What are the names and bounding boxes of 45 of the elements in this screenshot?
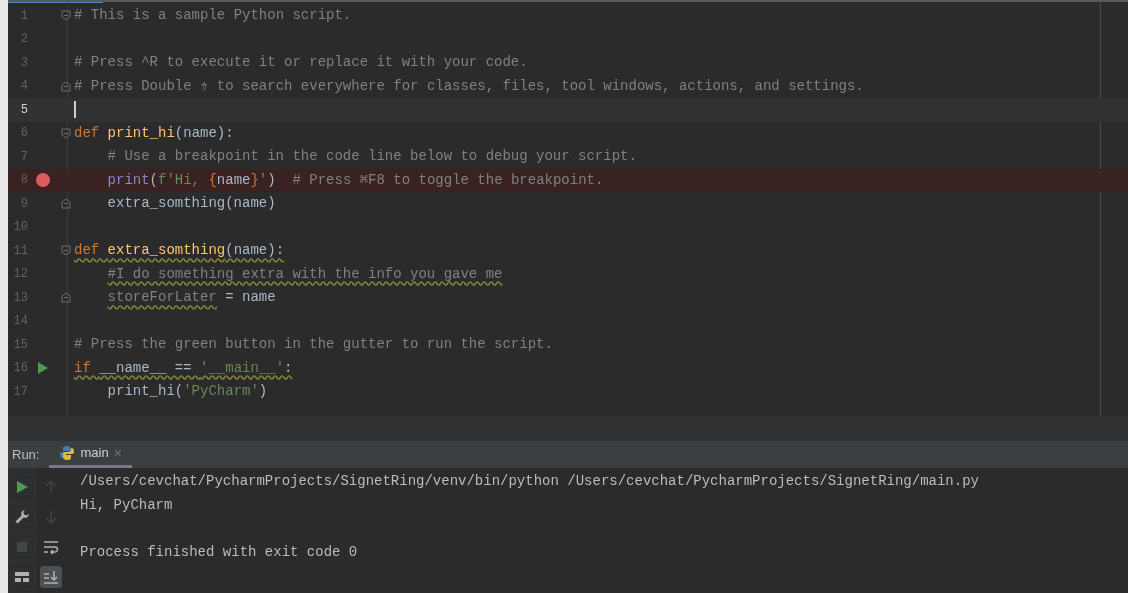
code-comment: # Press Double ⇮ to search everywhere for classes, files, tool windows, actions, and settings. <box>74 76 864 96</box>
line-number: 15 <box>12 336 28 354</box>
fold-icon[interactable] <box>61 10 71 22</box>
line-number: 4 <box>19 78 28 96</box>
run-icon[interactable] <box>38 362 48 375</box>
line-number: 8 <box>19 172 28 190</box>
fold-icon[interactable] <box>61 80 71 92</box>
fold-icon[interactable] <box>61 127 71 139</box>
line-number: 9 <box>19 195 28 213</box>
fold-icon[interactable] <box>61 292 71 304</box>
code-comment: # This is a sample Python script. <box>74 6 352 26</box>
line-number: 14 <box>12 313 28 331</box>
line-number: 5 <box>19 101 28 119</box>
line-number: 3 <box>19 54 28 72</box>
line-number: 16 <box>12 360 28 378</box>
line-number: 13 <box>12 289 28 307</box>
code-line: print(f'Hi, {name}') # Press ⌘F8 to toggle the breakpoint. <box>107 170 604 190</box>
line-number: 10 <box>12 219 28 237</box>
code-line: def print_hi(name): <box>74 123 234 143</box>
line-number: 11 <box>12 242 28 260</box>
code-line: extra_somthing(name) <box>107 194 276 214</box>
fold-icon[interactable] <box>61 198 71 210</box>
code-comment: # Press ^R to execute it or replace it with your code. <box>74 53 528 73</box>
line-number: 1 <box>19 7 28 25</box>
line-number: 2 <box>19 31 28 49</box>
fold-icon[interactable] <box>61 245 71 257</box>
code-line: def extra_somthing(name): <box>74 241 285 261</box>
code-line: print_hi('PyCharm') <box>107 382 268 402</box>
code-line: if __name__ == '__main__': <box>74 358 293 378</box>
console-output-line: Process finished with exit code 0 <box>80 542 359 562</box>
console-output-line: Hi, PyCharm <box>80 495 174 515</box>
line-number: 12 <box>12 266 28 284</box>
layout-icon[interactable] <box>13 569 30 585</box>
console-output-line: /Users/cevchat/PycharmProjects/SignetRing/venv/bin/python /Users/cevchat/PycharmProjects/SignetRing/main.py <box>80 472 979 491</box>
code-comment: # Press the green button in the gutter to run the script. <box>74 335 553 355</box>
code-line: storeForLater = name <box>107 288 276 308</box>
wrench-icon[interactable] <box>13 509 30 525</box>
code-comment: # Use a breakpoint in the code line below to debug your script. <box>107 147 637 167</box>
line-number: 6 <box>19 125 28 143</box>
code-comment: #I do something extra with the info you gave me <box>107 264 503 284</box>
run-label: Run: <box>11 445 41 464</box>
line-number: 17 <box>12 383 28 401</box>
line-number: 7 <box>19 148 28 166</box>
python-icon <box>59 445 76 461</box>
breakpoint-icon[interactable] <box>36 173 50 188</box>
